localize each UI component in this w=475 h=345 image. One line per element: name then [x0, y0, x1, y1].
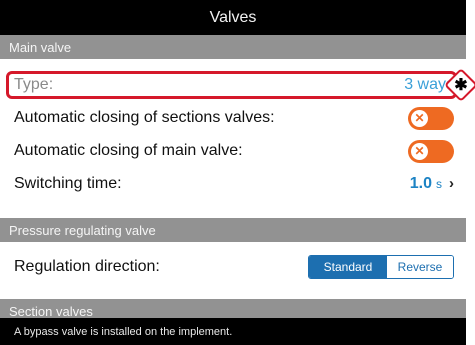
switching-time-value[interactable]: 1.0 s ›: [410, 175, 454, 193]
regulation-direction-row: Regulation direction: Standard Reverse: [0, 250, 466, 284]
title-bar: Valves: [0, 0, 466, 35]
regulation-direction-segmented[interactable]: Standard Reverse: [308, 255, 454, 279]
regulation-direction-label: Regulation direction:: [14, 258, 160, 275]
section-title: Pressure regulating valve: [9, 222, 156, 238]
info-footer: A bypass valve is installed on the imple…: [0, 318, 466, 345]
valves-screen: Valves Main valve Type: 3 ways Automatic…: [0, 0, 466, 345]
switching-time-label: Switching time:: [14, 175, 122, 192]
segment-reverse[interactable]: Reverse: [387, 256, 453, 278]
close-icon: ✕: [411, 142, 428, 160]
section-title: Section valves: [9, 303, 93, 319]
auto-close-main-toggle[interactable]: ✕: [408, 139, 454, 163]
asterisk-icon: ✱: [454, 77, 468, 94]
section-header-pressure: Pressure regulating valve: [0, 218, 466, 242]
auto-close-sections-toggle[interactable]: ✕: [408, 106, 454, 130]
page-title: Valves: [209, 8, 257, 26]
switching-time-row[interactable]: Switching time: 1.0 s ›: [0, 167, 466, 201]
section-header-main-valve: Main valve: [0, 35, 466, 59]
type-row-highlight: [6, 71, 457, 99]
auto-close-main-label: Automatic closing of main valve:: [14, 142, 243, 159]
section-title: Main valve: [9, 39, 72, 55]
footer-message: A bypass valve is installed on the imple…: [14, 325, 233, 338]
switching-time-number: 1.0: [409, 175, 432, 192]
switching-time-unit: s: [436, 177, 442, 191]
segment-standard[interactable]: Standard: [309, 256, 387, 278]
auto-close-sections-row: Automatic closing of sections valves: ✕: [0, 101, 466, 135]
close-icon: ✕: [411, 109, 428, 127]
chevron-right-icon: ›: [449, 175, 454, 192]
auto-close-main-row: Automatic closing of main valve: ✕: [0, 134, 466, 168]
auto-close-sections-label: Automatic closing of sections valves:: [14, 109, 275, 126]
